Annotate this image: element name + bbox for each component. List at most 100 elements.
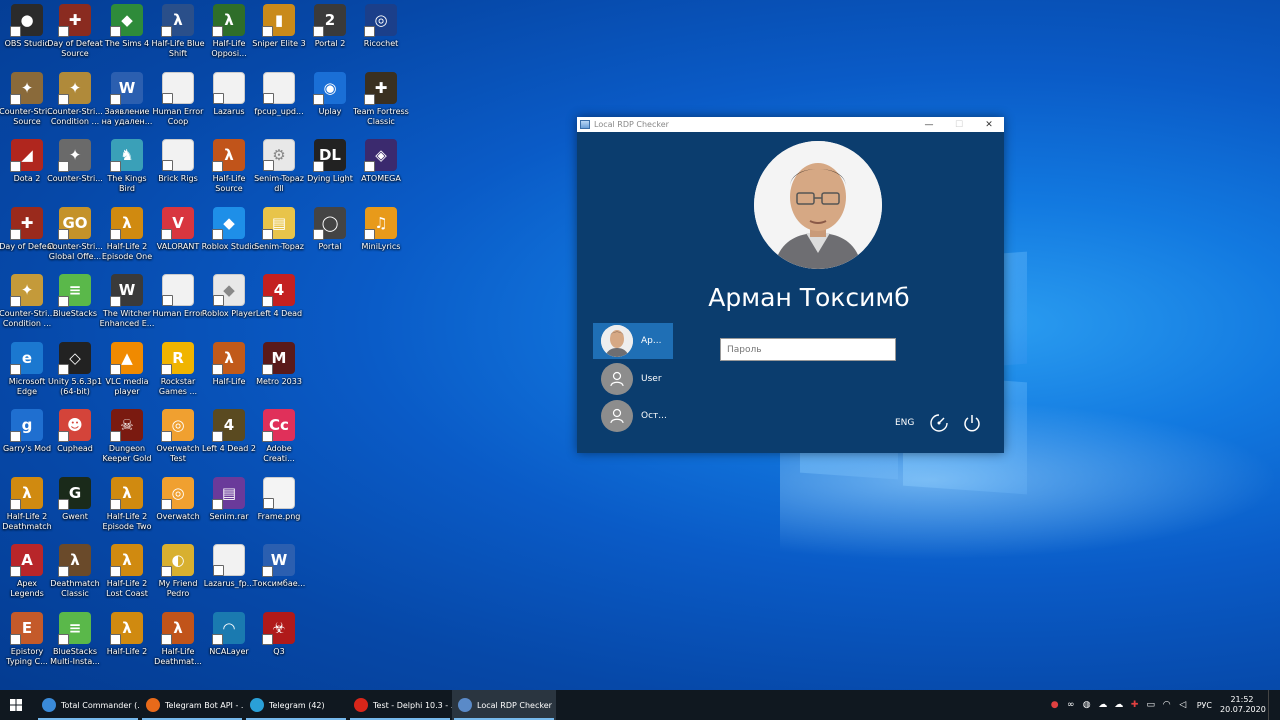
desktop-icon[interactable]: ◇ Unity 5.6.3p1 (64-bit): [48, 338, 102, 404]
desktop-icon[interactable]: λ Half-Life 2 Deathmatch: [1, 473, 53, 539]
desktop-icon[interactable]: ☻ Cuphead: [49, 405, 101, 471]
desktop-icon[interactable]: ✚ Day of Defeat Source: [47, 0, 103, 66]
desktop-icon[interactable]: M Metro 2033: [253, 338, 305, 404]
desktop-icon[interactable]: W Токсимбае...: [253, 540, 305, 606]
desktop-icon[interactable]: ◎ Overwatch Test: [152, 405, 204, 471]
desktop-icon[interactable]: GO Counter-Stri... Global Offe...: [47, 203, 103, 269]
desktop-icon[interactable]: ◆ Roblox Player: [202, 270, 256, 336]
desktop-icon[interactable]: ▤ Senim-Topaz: [253, 203, 305, 269]
desktop-icon[interactable]: A Apex Legends: [1, 540, 53, 606]
desktop-icon-label: Adobe Creati...: [263, 444, 295, 463]
desktop-icon[interactable]: ✦ Counter-Stri...: [47, 135, 103, 201]
clock[interactable]: 21:52 20.07.2020: [1220, 695, 1266, 715]
desktop-icon-label: BlueStacks: [52, 309, 98, 318]
desktop-icon[interactable]: ◯ Portal: [304, 203, 356, 269]
desktop-icon[interactable]: E Epistory Typing C...: [1, 608, 53, 674]
desktop-icon[interactable]: ⚙ Senim-Topaz dll: [253, 135, 305, 201]
desktop-icon[interactable]: Human Error: [152, 270, 204, 336]
desktop-icon[interactable]: ✚ Team Fortress Classic: [353, 68, 409, 134]
desktop-icon[interactable]: λ Half-Life 2 Episode Two: [101, 473, 153, 539]
taskbar-app-button[interactable]: Test - Delphi 10.3 - ...: [348, 690, 452, 720]
desktop-icon[interactable]: λ Half-Life 2 Episode One: [101, 203, 153, 269]
desktop-icon[interactable]: ▲ VLC media player: [101, 338, 153, 404]
link-icon[interactable]: ∞: [1066, 700, 1076, 710]
onedrive-icon[interactable]: ☁: [1114, 700, 1124, 710]
desktop-icon[interactable]: λ Half-Life 2 Lost Coast: [101, 540, 153, 606]
desktop-icon[interactable]: ◐ My Friend Pedro: [152, 540, 204, 606]
desktop-icon[interactable]: ◆ Roblox Studio: [202, 203, 256, 269]
close-button[interactable]: ✕: [974, 117, 1004, 132]
user-tile-user[interactable]: User: [593, 361, 673, 397]
power-icon[interactable]: [960, 412, 984, 434]
network-globe-icon[interactable]: ◍: [1082, 700, 1092, 710]
desktop-icon[interactable]: ◠ NCALayer: [203, 608, 255, 674]
desktop-icon[interactable]: Frame.png: [253, 473, 305, 539]
desktop-icon[interactable]: DL Dying Light: [304, 135, 356, 201]
desktop-icon[interactable]: 4 Left 4 Dead: [253, 270, 305, 336]
desktop-icon[interactable]: Cc Adobe Creati...: [253, 405, 305, 471]
desktop-icon[interactable]: W Заявление на удален...: [101, 68, 153, 134]
desktop-icon[interactable]: ✦ Counter-Stri... Condition ...: [47, 68, 103, 134]
desktop-icon[interactable]: Lazarus_fp...: [203, 540, 255, 606]
desktop-icon[interactable]: ● OBS Studio: [1, 0, 53, 66]
desktop-icon[interactable]: 4 Left 4 Dead 2: [202, 405, 256, 471]
maximize-button[interactable]: ☐: [944, 117, 974, 132]
cloud-icon[interactable]: ☁: [1098, 700, 1108, 710]
accessibility-icon[interactable]: [927, 412, 951, 434]
desktop-icon[interactable]: G Gwent: [49, 473, 101, 539]
taskbar-app-button[interactable]: Local RDP Checker: [452, 690, 556, 720]
desktop-icon[interactable]: ♫ MiniLyrics: [355, 203, 407, 269]
desktop-icon[interactable]: ◢ Dota 2: [1, 135, 53, 201]
user-tile-other[interactable]: Ост...: [593, 398, 673, 434]
desktop-icon[interactable]: e Microsoft Edge: [1, 338, 53, 404]
desktop-icon[interactable]: ✚ Day of Defeat: [0, 203, 55, 269]
taskbar-app-button[interactable]: Total Commander (...: [36, 690, 140, 720]
taskbar-app-button[interactable]: Telegram Bot API - ...: [140, 690, 244, 720]
desktop-icon[interactable]: g Garry's Mod: [1, 405, 53, 471]
microphone-icon[interactable]: ●: [1050, 700, 1060, 710]
desktop-icon[interactable]: ☣ Q3: [253, 608, 305, 674]
language-switch[interactable]: ENG: [895, 415, 914, 431]
desktop-icon[interactable]: ▮ Sniper Elite 3: [252, 0, 306, 66]
wifi-icon[interactable]: ◠: [1162, 700, 1172, 710]
input-language[interactable]: РУС: [1197, 701, 1212, 710]
desktop-icon[interactable]: W The Witcher Enhanced E...: [100, 270, 154, 336]
password-input[interactable]: [720, 338, 896, 361]
desktop-icon[interactable]: ✦ Counter-Stri... Condition ...: [0, 270, 55, 336]
antivirus-icon[interactable]: ✚: [1130, 700, 1140, 710]
desktop-icon[interactable]: 2 Portal 2: [304, 0, 356, 66]
desktop-icon[interactable]: λ Half-Life Blue Shift: [151, 0, 205, 66]
desktop-icon[interactable]: fpcup_upd...: [253, 68, 305, 134]
desktop-icon[interactable]: Human Error Coop: [152, 68, 204, 134]
show-desktop-button[interactable]: [1268, 690, 1280, 720]
volume-icon[interactable]: ◁: [1178, 700, 1188, 710]
desktop-icon[interactable]: ≡ BlueStacks: [49, 270, 101, 336]
desktop-icon[interactable]: λ Half-Life 2: [101, 608, 153, 674]
desktop-icon[interactable]: ♞ The Kings Bird: [101, 135, 153, 201]
desktop-icon[interactable]: ◆ The Sims 4: [101, 0, 153, 66]
desktop-icon[interactable]: V VALORANT: [152, 203, 204, 269]
window-titlebar[interactable]: Local RDP Checker — ☐ ✕: [577, 117, 1004, 132]
minimize-button[interactable]: —: [914, 117, 944, 132]
desktop-icon[interactable]: λ Half-Life Opposi...: [203, 0, 255, 66]
desktop-icon[interactable]: Lazarus: [203, 68, 255, 134]
desktop-icon[interactable]: ▤ Senim.rar: [203, 473, 255, 539]
desktop-icon[interactable]: ◉ Uplay: [304, 68, 356, 134]
user-tile-arman[interactable]: Ар...: [593, 323, 673, 359]
start-button[interactable]: [0, 690, 32, 720]
desktop-icon[interactable]: ◎ Overwatch: [152, 473, 204, 539]
user-tile-label: User: [641, 374, 662, 384]
desktop-icon[interactable]: Brick Rigs: [152, 135, 204, 201]
desktop-icon[interactable]: λ Half-Life Deathmat...: [152, 608, 204, 674]
desktop-icon[interactable]: ☠ Dungeon Keeper Gold: [101, 405, 153, 471]
desktop-icon[interactable]: R Rockstar Games ...: [152, 338, 204, 404]
desktop-icon[interactable]: λ Half-Life Source: [203, 135, 255, 201]
desktop-icon[interactable]: ◈ ATOMEGA: [355, 135, 407, 201]
desktop-icon[interactable]: λ Deathmatch Classic: [49, 540, 101, 606]
battery-icon[interactable]: ▭: [1146, 700, 1156, 710]
desktop-icon[interactable]: ◎ Ricochet: [355, 0, 407, 66]
desktop-icon[interactable]: λ Half-Life: [203, 338, 255, 404]
desktop-icon[interactable]: ≡ BlueStacks Multi-Insta...: [49, 608, 101, 674]
taskbar-app-button[interactable]: Telegram (42): [244, 690, 348, 720]
desktop-icon[interactable]: ✦ Counter-Stri... Source: [0, 68, 55, 134]
